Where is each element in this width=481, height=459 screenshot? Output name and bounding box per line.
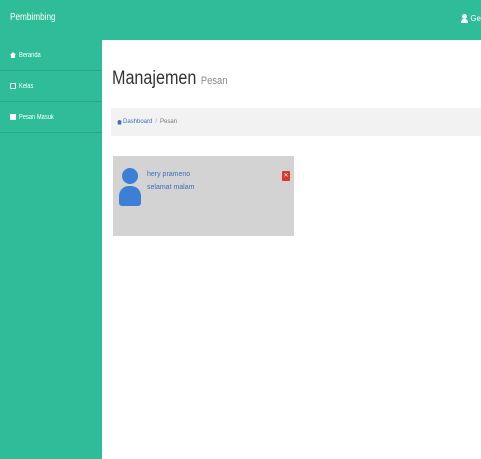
sidebar-item-label: Kelas [19, 82, 34, 90]
page-title-text: Manajemen [112, 68, 197, 89]
avatar-icon [119, 168, 141, 206]
user-name: Ge [470, 14, 481, 23]
breadcrumb: Dashboard / Pesan [111, 108, 481, 136]
brand-title[interactable]: Pembimbing [10, 12, 56, 23]
sidebar-item-beranda[interactable]: Beranda [0, 40, 102, 71]
top-navbar: Pembimbing Ge [0, 0, 481, 40]
breadcrumb-dashboard-link[interactable]: Dashboard [117, 119, 152, 125]
breadcrumb-home-label: Dashboard [123, 119, 153, 125]
sidebar-item-label: Pesan Masuk [19, 113, 54, 121]
home-icon [117, 119, 122, 125]
sidebar: Beranda Kelas Pesan Masuk [0, 40, 102, 459]
user-icon [461, 14, 469, 23]
page-subtitle: Pesan [200, 75, 228, 87]
sidebar-item-pesan-masuk[interactable]: Pesan Masuk [0, 102, 102, 133]
sidebar-item-kelas[interactable]: Kelas [0, 71, 102, 102]
home-icon [10, 52, 16, 58]
delete-message-button[interactable]: ✕ [282, 171, 290, 181]
message-sender[interactable]: hery prameno [147, 171, 190, 178]
user-menu[interactable]: Ge [461, 14, 481, 23]
class-icon [10, 83, 16, 89]
inbox-icon [10, 114, 16, 120]
breadcrumb-current: Pesan [160, 119, 178, 125]
close-icon: ✕ [283, 173, 289, 179]
breadcrumb-separator: / [155, 119, 158, 125]
page-title: Manajemen Pesan [112, 68, 227, 90]
main-content: Manajemen Pesan Dashboard / Pesan hery p… [102, 40, 481, 459]
message-card[interactable]: hery prameno selamat malam ✕ [113, 156, 294, 236]
message-text[interactable]: selamat malam [147, 184, 194, 191]
sidebar-item-label: Beranda [19, 51, 41, 59]
